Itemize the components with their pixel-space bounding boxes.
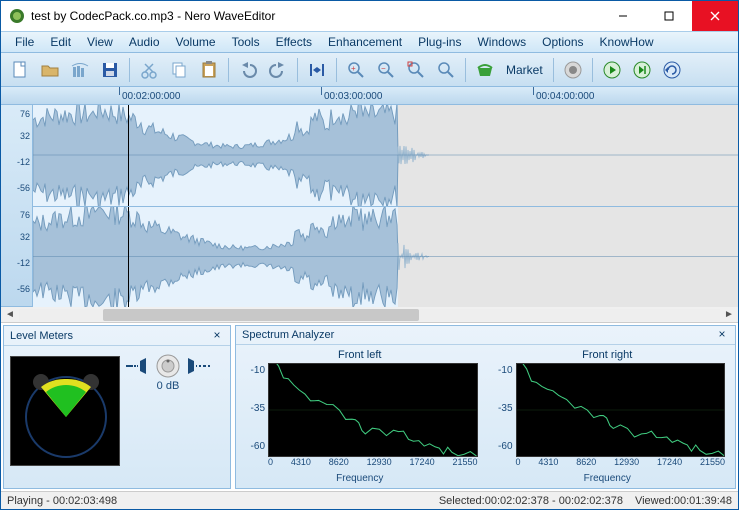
toolbar-sep	[553, 58, 554, 82]
redo-icon[interactable]	[265, 57, 291, 83]
status-playing: Playing - 00:02:03:498	[7, 495, 439, 507]
market-label[interactable]: Market	[506, 63, 543, 77]
speaker-right-icon	[186, 358, 210, 374]
toolbar-sep	[465, 58, 466, 82]
menu-enhancement[interactable]: Enhancement	[320, 33, 410, 51]
playhead[interactable]	[128, 207, 129, 307]
spectrum-yaxis: -10 -35 -60	[490, 363, 516, 457]
spectrum-canvas	[268, 363, 478, 457]
menubar: File Edit View Audio Volume Tools Effect…	[1, 31, 738, 53]
spectrum-chart-title: Front right	[490, 349, 726, 361]
zoom-in-icon[interactable]: +	[343, 57, 369, 83]
status-selected: Selected:00:02:02:378 - 00:02:02:378	[439, 495, 623, 507]
bottom-panels: Level Meters × 0 dB	[1, 323, 738, 491]
scrollbar-thumb[interactable]	[103, 309, 418, 321]
copy-icon[interactable]	[166, 57, 192, 83]
spectrum-xlabel: Frequency	[490, 473, 726, 484]
waveform-channel-right[interactable]	[33, 206, 738, 307]
timeline-mark: 00:03:00:000	[321, 87, 382, 105]
spectrum-xaxis: 043108620129301724021550	[268, 457, 478, 471]
play-icon[interactable]	[599, 57, 625, 83]
menu-windows[interactable]: Windows	[469, 33, 534, 51]
zoom-selection-icon[interactable]	[403, 57, 429, 83]
status-viewed: Viewed:00:01:39:48	[635, 495, 732, 507]
marker-icon[interactable]	[304, 57, 330, 83]
record-icon[interactable]	[560, 57, 586, 83]
menu-plugins[interactable]: Plug-ins	[410, 33, 469, 51]
save-icon[interactable]	[97, 57, 123, 83]
new-file-icon[interactable]	[7, 57, 33, 83]
zoom-fit-icon[interactable]	[433, 57, 459, 83]
panel-header: Spectrum Analyzer ×	[236, 326, 735, 345]
open-file-icon[interactable]	[37, 57, 63, 83]
menu-audio[interactable]: Audio	[121, 33, 168, 51]
scrollbar-track[interactable]	[19, 309, 720, 321]
close-button[interactable]	[692, 1, 738, 31]
menu-volume[interactable]: Volume	[168, 33, 224, 51]
paste-icon[interactable]	[196, 57, 222, 83]
minimize-button[interactable]	[600, 1, 646, 31]
play-selection-icon[interactable]	[629, 57, 655, 83]
speaker-left-icon	[126, 358, 150, 374]
spectrum-xaxis: 043108620129301724021550	[516, 457, 726, 471]
svg-text:+: +	[351, 64, 356, 73]
menu-view[interactable]: View	[79, 33, 121, 51]
library-icon[interactable]	[67, 57, 93, 83]
toolbar-sep	[228, 58, 229, 82]
undo-icon[interactable]	[235, 57, 261, 83]
horizontal-scrollbar[interactable]: ◄ ►	[1, 307, 738, 323]
panel-title: Spectrum Analyzer	[242, 329, 715, 341]
toolbar: + − Market	[1, 53, 738, 87]
scroll-left-icon[interactable]: ◄	[3, 308, 17, 322]
app-icon	[9, 8, 25, 24]
panel-header: Level Meters ×	[4, 326, 230, 346]
level-meter-wheel	[10, 356, 120, 466]
playhead[interactable]	[128, 105, 129, 206]
menu-tools[interactable]: Tools	[224, 33, 268, 51]
timeline-ruler[interactable]: 00:02:00:000 00:03:00:000 00:04:00:000	[1, 87, 738, 105]
menu-file[interactable]: File	[7, 33, 42, 51]
level-meter-db: 0 dB	[157, 380, 180, 392]
waveform-channel-left[interactable]	[33, 105, 738, 206]
market-icon[interactable]	[472, 57, 498, 83]
maximize-button[interactable]	[646, 1, 692, 31]
spectrum-analyzer-panel: Spectrum Analyzer × Front left -10 -35 -…	[235, 325, 736, 489]
toolbar-sep	[297, 58, 298, 82]
menu-knowhow[interactable]: KnowHow	[592, 33, 662, 51]
spectrum-chart-title: Front left	[242, 349, 478, 361]
spectrum-chart-right: Front right -10 -35 -60 0431086201293017…	[490, 349, 726, 484]
toolbar-sep	[336, 58, 337, 82]
toolbar-sep	[592, 58, 593, 82]
timeline-mark: 00:04:00:000	[533, 87, 594, 105]
menu-edit[interactable]: Edit	[42, 33, 79, 51]
panel-close-icon[interactable]: ×	[715, 328, 729, 342]
toolbar-sep	[129, 58, 130, 82]
spectrum-xlabel: Frequency	[242, 473, 478, 484]
timeline-mark: 00:02:00:000	[119, 87, 180, 105]
menu-options[interactable]: Options	[534, 33, 591, 51]
titlebar: test by CodecPack.co.mp3 - Nero WaveEdit…	[1, 1, 738, 31]
volume-knob-icon[interactable]	[154, 352, 182, 380]
svg-text:−: −	[381, 64, 386, 73]
menu-effects[interactable]: Effects	[268, 33, 320, 51]
window-title: test by CodecPack.co.mp3 - Nero WaveEdit…	[31, 9, 600, 23]
spectrum-yaxis: -10 -35 -60	[242, 363, 268, 457]
cut-icon[interactable]	[136, 57, 162, 83]
scroll-right-icon[interactable]: ►	[722, 308, 736, 322]
panel-close-icon[interactable]: ×	[210, 329, 224, 343]
zoom-out-icon[interactable]: −	[373, 57, 399, 83]
statusbar: Playing - 00:02:03:498 Selected:00:02:02…	[1, 491, 738, 509]
panel-title: Level Meters	[10, 330, 210, 342]
spectrum-chart-left: Front left -10 -35 -60 04310862012930172…	[242, 349, 478, 484]
waveform-yaxis: 76 32 -12 -56 76 32 -12 -56	[1, 105, 33, 306]
waveform-view[interactable]: 76 32 -12 -56 76 32 -12 -56	[1, 105, 738, 307]
spectrum-canvas	[516, 363, 726, 457]
loop-icon[interactable]	[659, 57, 685, 83]
level-meters-panel: Level Meters × 0 dB	[3, 325, 231, 489]
